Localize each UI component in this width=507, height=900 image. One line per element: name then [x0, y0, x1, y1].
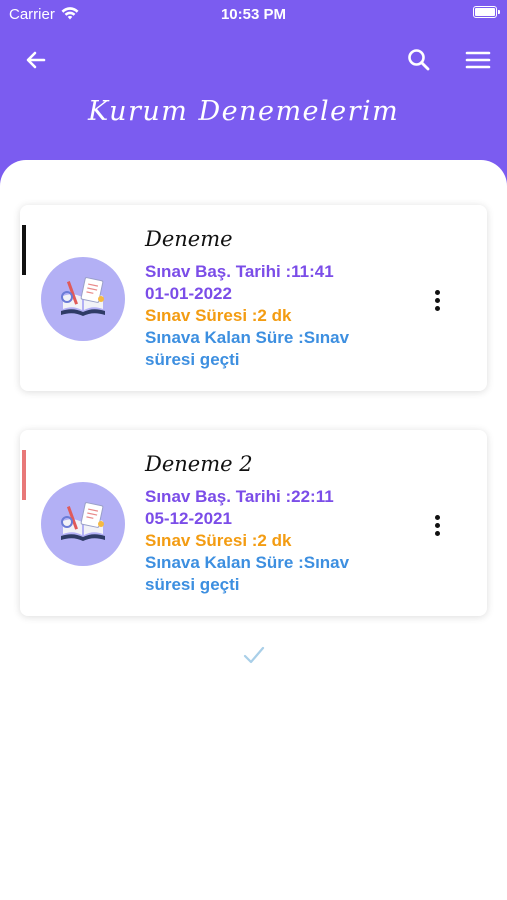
exam-start-time: Sınav Baş. Tarihi :11:41: [145, 262, 334, 281]
back-button[interactable]: [20, 44, 52, 76]
exam-remaining-label: Sınava Kalan Süre :Sınav: [145, 328, 350, 347]
exam-start-date: 05-12-2021: [145, 509, 232, 528]
status-bar: Carrier 10:53 PM: [0, 0, 507, 30]
exam-card[interactable]: Deneme 2 Sınav Baş. Tarihi :22:11 05-12-…: [20, 430, 487, 616]
exam-title: Deneme 2: [145, 452, 253, 476]
more-options-button[interactable]: [427, 285, 447, 315]
exam-info: Sınav Baş. Tarihi :11:41 01-01-2022 Sına…: [145, 261, 405, 371]
book-illustration-icon: [61, 502, 105, 541]
exam-info: Sınav Baş. Tarihi :22:11 05-12-2021 Sına…: [145, 486, 405, 596]
more-options-button[interactable]: [427, 510, 447, 540]
exam-remaining-label: Sınava Kalan Süre :Sınav: [145, 553, 350, 572]
exam-thumbnail: [41, 482, 125, 566]
hamburger-menu-icon: [465, 51, 491, 69]
search-button[interactable]: [403, 44, 435, 76]
exam-thumbnail: [41, 257, 125, 341]
exam-start-date: 01-01-2022: [145, 284, 232, 303]
menu-button[interactable]: [462, 44, 494, 76]
card-accent-bar: [22, 225, 26, 275]
exam-remaining-value: süresi geçti: [145, 575, 240, 594]
exam-duration: Sınav Süresi :2 dk: [145, 531, 292, 550]
exam-card[interactable]: Deneme Sınav Baş. Tarihi :11:41 01-01-20…: [20, 205, 487, 391]
search-icon: [408, 49, 430, 71]
exam-duration: Sınav Süresi :2 dk: [145, 306, 292, 325]
more-vertical-icon: [434, 514, 440, 520]
exam-remaining-value: süresi geçti: [145, 350, 240, 369]
card-accent-bar: [22, 450, 26, 500]
battery-icon: [473, 6, 500, 18]
checkmark-icon: [243, 644, 265, 671]
more-vertical-icon: [434, 289, 440, 295]
exam-list-panel: Deneme Sınav Baş. Tarihi :11:41 01-01-20…: [0, 160, 507, 900]
exam-title: Deneme: [145, 227, 233, 251]
book-illustration-icon: [61, 277, 105, 316]
page-title: Kurum Denemelerim: [88, 96, 400, 127]
exam-start-time: Sınav Baş. Tarihi :22:11: [145, 487, 334, 506]
arrow-left-icon: [26, 51, 46, 69]
status-time: 10:53 PM: [220, 6, 287, 23]
